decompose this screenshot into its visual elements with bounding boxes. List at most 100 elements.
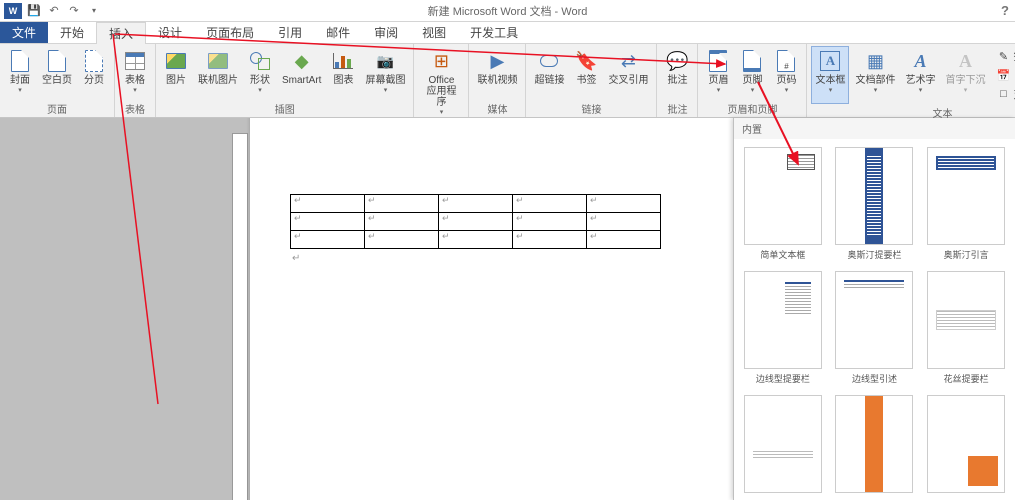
picture-button[interactable]: 图片 — [160, 46, 192, 100]
chevron-down-icon: ▾ — [751, 86, 755, 94]
help-icon[interactable]: ? — [1001, 3, 1009, 18]
tab-mail[interactable]: 邮件 — [314, 22, 362, 43]
table-row: ↵↵↵↵↵ — [291, 213, 661, 231]
gallery-item-border-quote[interactable]: 边线型引述 — [832, 269, 918, 387]
doc-parts-button[interactable]: ▦文档部件▾ — [851, 46, 899, 104]
tab-layout[interactable]: 页面布局 — [194, 22, 266, 43]
document-table[interactable]: ↵↵↵↵↵ ↵↵↵↵↵ ↵↵↵↵↵ — [290, 194, 661, 249]
gallery-item-filigree[interactable]: 花丝提要栏 — [923, 269, 1009, 387]
textbox-button[interactable]: A文本框▾ — [811, 46, 849, 104]
chevron-down-icon: ▾ — [964, 86, 968, 94]
smartart-icon: ◆ — [290, 49, 314, 73]
tab-review[interactable]: 审阅 — [362, 22, 410, 43]
group-label: 页眉和页脚 — [702, 100, 802, 117]
chevron-down-icon: ▾ — [829, 86, 833, 94]
group-label: 批注 — [661, 100, 693, 117]
camera-icon: 📷 — [373, 49, 397, 73]
tab-file[interactable]: 文件 — [0, 22, 48, 43]
group-comments: 💬批注 批注 — [657, 44, 698, 117]
redo-icon[interactable]: ↷ — [66, 3, 82, 19]
wordart-icon: A — [908, 49, 932, 73]
vertical-ruler — [232, 133, 248, 500]
group-illustrations: 图片 联机图片 形状▾ ◆SmartArt 图表 📷屏幕截图▾ 插图 — [156, 44, 414, 117]
online-picture-button[interactable]: 联机图片 — [194, 46, 242, 100]
dropcap-icon: A — [953, 49, 977, 73]
chevron-down-icon: ▾ — [384, 86, 388, 94]
table-row: ↵↵↵↵↵ — [291, 195, 661, 213]
signature-line-button[interactable]: ✎签名行▾ — [993, 47, 1015, 65]
gallery-item-orange-square[interactable] — [923, 393, 1009, 498]
cross-ref-icon: ⇄ — [616, 49, 640, 73]
office-apps-button[interactable]: ⊞Office 应用程序▾ — [418, 46, 464, 119]
online-video-button[interactable]: ▶联机视频 — [473, 46, 521, 100]
calendar-icon: 📅 — [996, 68, 1010, 82]
comment-icon: 💬 — [665, 49, 689, 73]
group-header-footer: 页眉▾ 页脚▾ #页码▾ 页眉和页脚 — [698, 44, 807, 117]
wordart-button[interactable]: A艺术字▾ — [901, 46, 939, 104]
screenshot-button[interactable]: 📷屏幕截图▾ — [361, 46, 409, 100]
video-icon: ▶ — [485, 49, 509, 73]
group-label: 插图 — [160, 100, 409, 117]
group-label: 媒体 — [473, 100, 521, 117]
quick-access-toolbar: W 💾 ↶ ↷ ▾ — [0, 3, 106, 19]
group-media: ▶联机视频 媒体 — [469, 44, 526, 117]
apps-icon: ⊞ — [429, 49, 453, 73]
text-small-buttons: ✎签名行▾ 📅日期和时间 □对象▾ — [991, 46, 1015, 104]
table-icon — [123, 49, 147, 73]
dropcap-button[interactable]: A首字下沉▾ — [941, 46, 989, 104]
table-button[interactable]: 表格▾ — [119, 46, 151, 100]
page-icon — [8, 49, 32, 73]
qat-dropdown-icon[interactable]: ▾ — [86, 3, 102, 19]
chart-button[interactable]: 图表 — [327, 46, 359, 100]
gallery-item-border-sidebar[interactable]: 边线型提要栏 — [740, 269, 826, 387]
footer-icon — [740, 49, 764, 73]
tab-view[interactable]: 视图 — [410, 22, 458, 43]
gallery-item-austin-quote[interactable]: 奥斯汀引言 — [923, 145, 1009, 263]
gallery-item-simple[interactable]: 简单文本框 — [740, 145, 826, 263]
parts-icon: ▦ — [863, 49, 887, 73]
header-button[interactable]: 页眉▾ — [702, 46, 734, 100]
signature-icon: ✎ — [996, 49, 1010, 63]
tab-developer[interactable]: 开发工具 — [458, 22, 530, 43]
object-button[interactable]: □对象▾ — [993, 85, 1015, 103]
comment-button[interactable]: 💬批注 — [661, 46, 693, 100]
hyperlink-button[interactable]: 超链接 — [530, 46, 568, 100]
gallery-item-austin-sidebar[interactable]: 奥斯汀提要栏 — [832, 145, 918, 263]
group-text: A文本框▾ ▦文档部件▾ A艺术字▾ A首字下沉▾ ✎签名行▾ 📅日期和时间 □… — [807, 44, 1015, 117]
page-number-button[interactable]: #页码▾ — [770, 46, 802, 100]
datetime-button[interactable]: 📅日期和时间 — [993, 66, 1015, 84]
footer-button[interactable]: 页脚▾ — [736, 46, 768, 100]
shapes-button[interactable]: 形状▾ — [244, 46, 276, 100]
bookmark-button[interactable]: 🔖书签 — [570, 46, 602, 100]
chevron-down-icon: ▾ — [785, 86, 789, 94]
tab-design[interactable]: 设计 — [146, 22, 194, 43]
blank-page-button[interactable]: 空白页 — [38, 46, 76, 100]
header-icon — [706, 49, 730, 73]
page-number-icon: # — [774, 49, 798, 73]
save-icon[interactable]: 💾 — [26, 3, 42, 19]
group-label: 链接 — [530, 100, 652, 117]
group-label: 页面 — [4, 100, 110, 117]
cross-reference-button[interactable]: ⇄交叉引用 — [604, 46, 652, 100]
tab-home[interactable]: 开始 — [48, 22, 96, 43]
tab-insert[interactable]: 插入 — [96, 22, 146, 44]
cursor-paragraph: ↵ — [292, 253, 300, 264]
chevron-down-icon: ▾ — [717, 86, 721, 94]
smartart-button[interactable]: ◆SmartArt — [278, 46, 325, 100]
textbox-gallery: 内置 简单文本框 奥斯汀提要栏 奥斯汀引言 边线型提要栏 边线型引述 花丝提要栏 — [733, 118, 1015, 500]
chevron-down-icon: ▾ — [919, 86, 923, 94]
undo-icon[interactable]: ↶ — [46, 3, 62, 19]
table-row: ↵↵↵↵↵ — [291, 231, 661, 249]
page-break-button[interactable]: 分页 — [78, 46, 110, 100]
window-title: 新建 Microsoft Word 文档 - Word — [428, 3, 588, 19]
cover-page-button[interactable]: 封面▾ — [4, 46, 36, 100]
tab-references[interactable]: 引用 — [266, 22, 314, 43]
gallery-item-orange-bar[interactable] — [832, 393, 918, 498]
group-pages: 封面▾ 空白页 分页 页面 — [0, 44, 115, 117]
gallery-item-plain[interactable] — [740, 393, 826, 498]
ribbon: 封面▾ 空白页 分页 页面 表格▾ 表格 图片 联机图片 形状▾ ◆SmartA… — [0, 44, 1015, 118]
textbox-icon: A — [818, 49, 842, 73]
shapes-icon — [248, 49, 272, 73]
online-picture-icon — [206, 49, 230, 73]
group-links: 超链接 🔖书签 ⇄交叉引用 链接 — [526, 44, 657, 117]
